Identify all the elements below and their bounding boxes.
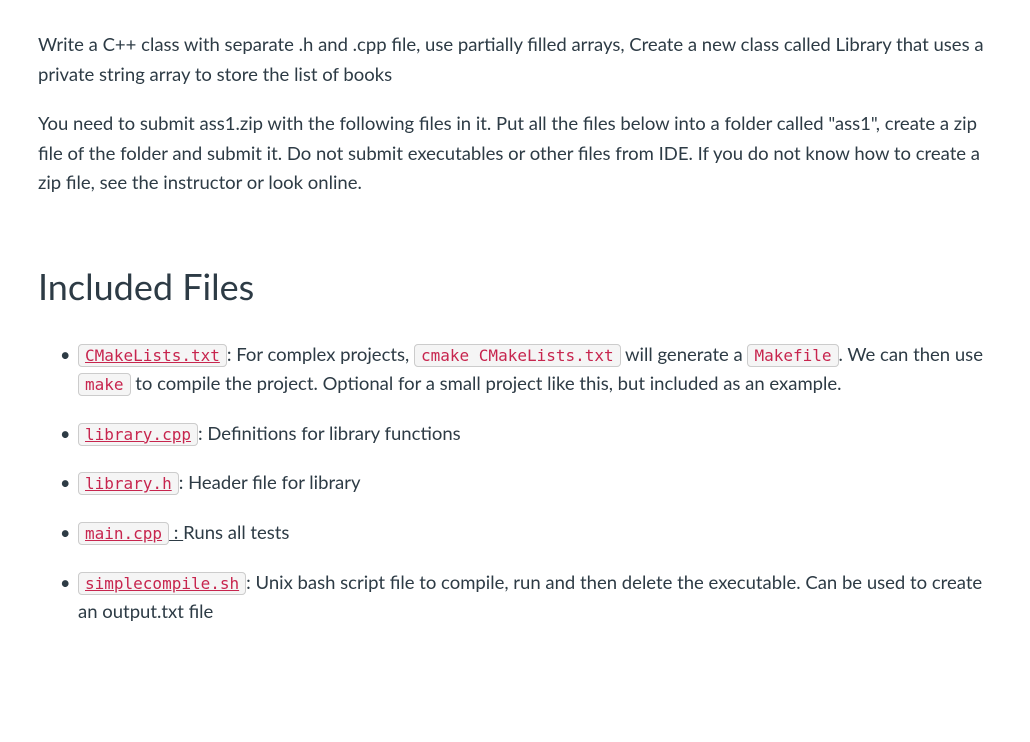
section-heading-included-files: Included Files (38, 258, 992, 316)
code-makefile: Makefile (747, 344, 838, 367)
list-item-library-cpp: library.cpp: Definitions for library fun… (60, 419, 992, 449)
code-cmakelists-link[interactable]: CMakeLists.txt (78, 344, 227, 367)
list-item-library-h: library.h: Header file for library (60, 468, 992, 498)
code-library-h-link[interactable]: library.h (78, 472, 179, 495)
text-segment: : Definitions for library functions (198, 422, 461, 444)
code-make: make (78, 373, 131, 396)
intro-paragraph-1: Write a C++ class with separate .h and .… (38, 30, 992, 89)
list-item-main-cpp: main.cpp : Runs all tests (60, 518, 992, 548)
code-cmake-command: cmake CMakeLists.txt (414, 344, 621, 367)
text-segment: : Header file for library (179, 471, 361, 493)
intro-paragraph-2: You need to submit ass1.zip with the fol… (38, 109, 992, 198)
text-segment: to compile the project. Optional for a s… (131, 372, 842, 394)
list-item-cmakelists: CMakeLists.txt: For complex projects, cm… (60, 340, 992, 399)
text-segment: will generate a (621, 343, 748, 365)
file-list: CMakeLists.txt: For complex projects, cm… (38, 340, 992, 627)
code-main-cpp-link[interactable]: main.cpp (78, 522, 169, 545)
text-colon: : (169, 521, 183, 543)
list-item-simplecompile: simplecompile.sh: Unix bash script file … (60, 568, 992, 627)
text-segment: Runs all tests (183, 521, 289, 543)
code-simplecompile-link[interactable]: simplecompile.sh (78, 572, 246, 595)
code-library-cpp-link[interactable]: library.cpp (78, 423, 198, 446)
text-segment: . We can then use (839, 343, 983, 365)
text-segment: : For complex projects, (227, 343, 414, 365)
